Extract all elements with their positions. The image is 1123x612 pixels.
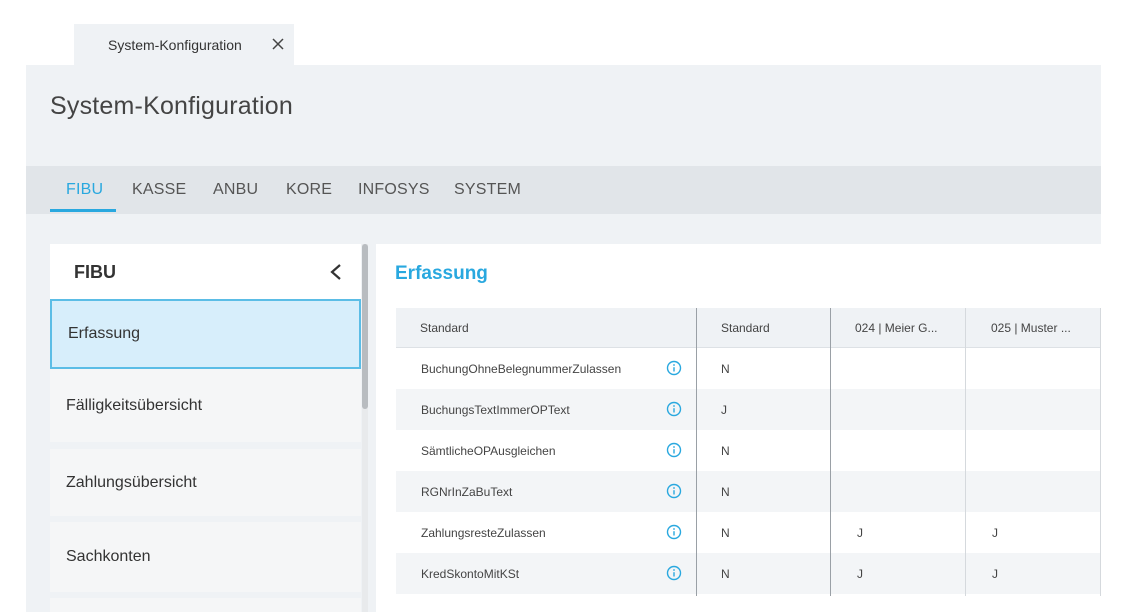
value-025[interactable]: J — [992, 567, 998, 581]
tab-kasse[interactable]: KASSE — [132, 181, 186, 199]
setting-name: BuchungOhneBelegnummerZulassen — [421, 362, 622, 376]
info-icon[interactable] — [666, 565, 682, 581]
info-icon[interactable] — [666, 524, 682, 540]
value-standard[interactable]: N — [721, 526, 730, 540]
column-divider — [830, 308, 831, 596]
info-icon[interactable] — [666, 483, 682, 499]
sidebar-item-sachkonten[interactable]: Sachkonten — [50, 522, 361, 592]
table-row[interactable]: ZahlungsresteZulassen N J J — [396, 512, 1101, 553]
sidebar-item-label: Zahlungsübersicht — [66, 473, 197, 491]
sidebar-item-next[interactable] — [50, 598, 361, 612]
column-header-024[interactable]: 024 | Meier G... — [855, 321, 965, 335]
sidebar-item-label: Sachkonten — [66, 548, 151, 565]
section-title: Erfassung — [395, 263, 488, 284]
value-standard[interactable]: N — [721, 485, 730, 499]
column-header-standard[interactable]: Standard — [721, 321, 821, 335]
column-header-025[interactable]: 025 | Muster ... — [991, 321, 1096, 335]
table-header: Standard Standard 024 | Meier G... 025 |… — [396, 308, 1101, 348]
table-row[interactable]: BuchungsTextImmerOPText J — [396, 389, 1101, 430]
sidebar: FIBU Erfassung Fälligkeitsübersicht Zahl… — [50, 244, 361, 612]
sidebar-item-erfassung[interactable]: Erfassung — [50, 299, 361, 369]
chevron-left-icon[interactable] — [328, 262, 344, 282]
tab-fibu[interactable]: FIBU — [66, 181, 103, 199]
close-icon[interactable] — [270, 36, 286, 52]
value-standard[interactable]: N — [721, 444, 730, 458]
column-divider — [965, 308, 966, 596]
value-standard[interactable]: N — [721, 567, 730, 581]
setting-name: BuchungsTextImmerOPText — [421, 403, 570, 417]
content-panel: Erfassung Standard Standard 024 | Meier … — [376, 244, 1101, 612]
value-standard[interactable]: J — [721, 403, 727, 417]
sidebar-item-zahlungsuebersicht[interactable]: Zahlungsübersicht — [50, 449, 361, 516]
sidebar-item-faelligkeitsuebersicht[interactable]: Fälligkeitsübersicht — [50, 369, 361, 442]
column-divider — [1100, 308, 1101, 596]
info-icon[interactable] — [666, 442, 682, 458]
tab-system[interactable]: SYSTEM — [454, 181, 521, 199]
doc-tab-system-konfiguration[interactable]: System-Konfiguration — [74, 24, 294, 66]
value-024[interactable]: J — [857, 567, 863, 581]
sidebar-title: FIBU — [74, 262, 116, 282]
value-024[interactable]: J — [857, 526, 863, 540]
setting-name: KredSkontoMitKSt — [421, 567, 520, 581]
value-standard[interactable]: N — [721, 362, 730, 376]
setting-name: ZahlungsresteZulassen — [421, 526, 546, 540]
column-header-name[interactable]: Standard — [420, 321, 680, 335]
table-row[interactable]: BuchungOhneBelegnummerZulassen N — [396, 348, 1101, 389]
info-icon[interactable] — [666, 401, 682, 417]
page-title: System-Konfiguration — [50, 92, 294, 120]
value-025[interactable]: J — [992, 526, 998, 540]
tab-kore[interactable]: KORE — [286, 181, 332, 199]
sidebar-item-label: Fälligkeitsübersicht — [66, 396, 203, 414]
table-row[interactable]: RGNrInZaBuText N — [396, 471, 1101, 512]
tab-anbu[interactable]: ANBU — [213, 181, 258, 199]
column-divider — [696, 308, 697, 596]
page-header: System-Konfiguration — [26, 65, 1101, 166]
sidebar-item-label: Erfassung — [68, 325, 141, 342]
setting-name: RGNrInZaBuText — [421, 485, 513, 499]
sidebar-header: FIBU — [50, 244, 361, 299]
info-icon[interactable] — [666, 360, 682, 376]
sidebar-scrollbar-thumb[interactable] — [362, 244, 368, 409]
module-tabbar: FIBU KASSE ANBU KORE INFOSYS SYSTEM — [26, 166, 1101, 214]
setting-name: SämtlicheOPAusgleichen — [421, 444, 556, 458]
doc-tab-label: System-Konfiguration — [108, 37, 242, 53]
active-tab-indicator — [50, 209, 116, 212]
table-row[interactable]: KredSkontoMitKSt N J J — [396, 553, 1101, 594]
tab-infosys[interactable]: INFOSYS — [358, 181, 430, 199]
table-row[interactable]: SämtlicheOPAusgleichen N — [396, 430, 1101, 471]
